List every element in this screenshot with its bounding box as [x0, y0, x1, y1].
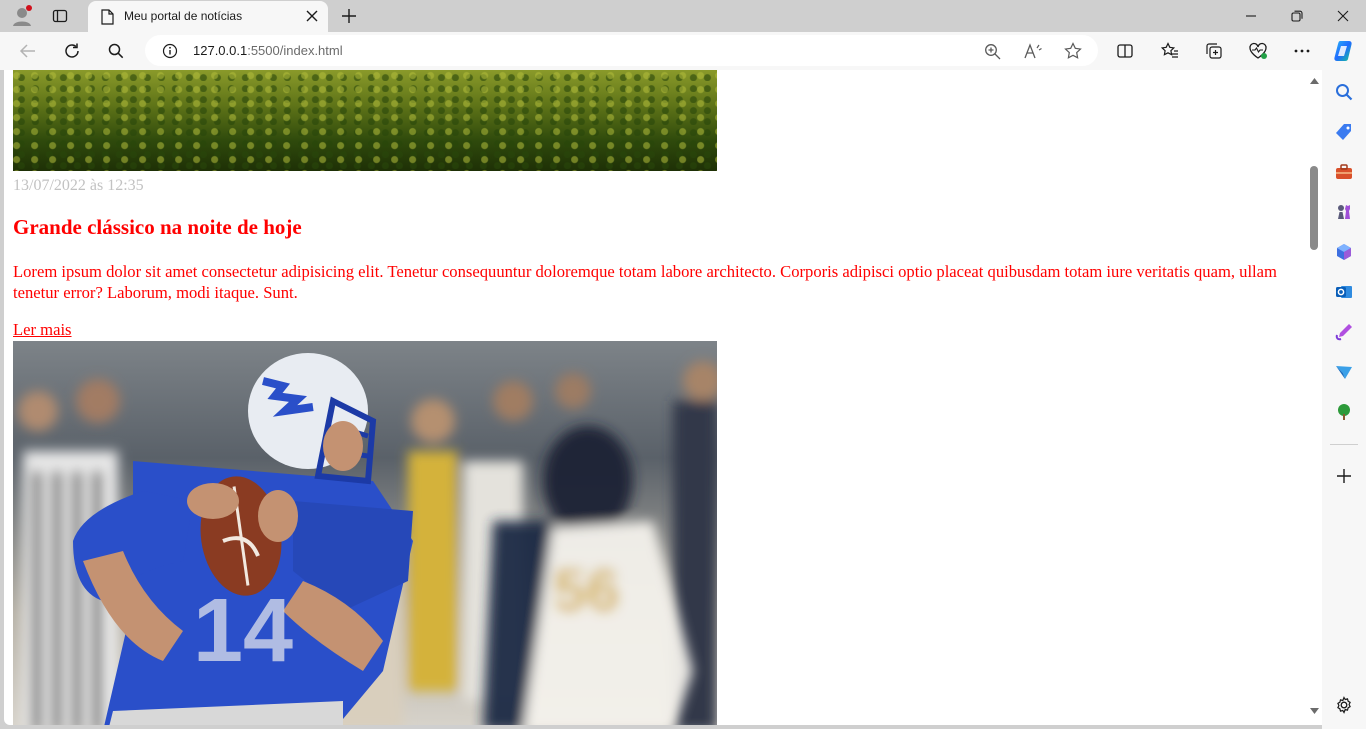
copilot-icon — [1334, 41, 1352, 61]
browser-essentials-icon — [1249, 42, 1267, 59]
sidebar-tree-button[interactable] — [1334, 402, 1354, 422]
new-tab-button[interactable] — [336, 0, 362, 32]
sidebar-search-button[interactable] — [1334, 82, 1354, 102]
sidebar-designer-button[interactable] — [1334, 322, 1354, 342]
sidebar-add-button[interactable] — [1334, 466, 1354, 486]
settings-gear-icon — [1337, 696, 1351, 714]
close-tab-button[interactable] — [304, 8, 320, 24]
article-image-football: 56 14 — [13, 341, 717, 725]
zoom-button[interactable] — [981, 40, 1003, 62]
restore-button[interactable] — [1274, 0, 1320, 32]
sidebar-send-button[interactable] — [1334, 362, 1354, 382]
article-image-grass — [13, 70, 717, 171]
copilot-button[interactable] — [1329, 36, 1359, 66]
read-aloud-icon — [1024, 42, 1042, 58]
refresh-icon — [65, 43, 79, 58]
article-body: Lorem ipsum dolor sit amet consectetur a… — [13, 262, 1277, 302]
sidebar-tools-button[interactable] — [1334, 162, 1354, 182]
sidebar-outlook-button[interactable] — [1334, 282, 1354, 302]
sidebar-games-button[interactable] — [1334, 202, 1354, 222]
tab-strip: Meu portal de notícias — [0, 0, 1366, 32]
tab-actions-button[interactable] — [46, 0, 74, 32]
search-button[interactable] — [101, 36, 131, 66]
back-button[interactable] — [13, 36, 43, 66]
refresh-button[interactable] — [57, 36, 87, 66]
split-screen-icon — [1117, 44, 1133, 58]
collections-icon — [1206, 43, 1222, 59]
close-window-icon — [1337, 10, 1349, 22]
tab-title: Meu portal de notícias — [124, 9, 243, 23]
sidebar-shopping-button[interactable] — [1334, 122, 1354, 142]
read-more-link[interactable]: Ler mais — [13, 320, 72, 340]
player-number: 14 — [193, 581, 293, 681]
microsoft365-icon — [1337, 244, 1351, 260]
add-favorite-button[interactable] — [1062, 40, 1084, 62]
search-icon — [1336, 84, 1353, 101]
browser-toolbar: 127.0.0.1:5500/index.html — [0, 32, 1366, 70]
close-window-button[interactable] — [1320, 0, 1366, 32]
new-tab-icon — [342, 9, 356, 23]
scroll-up-arrow-icon[interactable] — [1310, 78, 1319, 84]
window-bottom-edge — [0, 725, 1322, 729]
minimize-button[interactable] — [1228, 0, 1274, 32]
article-headline: Grande clássico na noite de hoje — [13, 215, 302, 239]
edge-sidebar — [1322, 70, 1366, 729]
url-path: :5500/index.html — [247, 43, 343, 58]
more-icon — [1294, 49, 1310, 53]
scroll-thumb[interactable] — [1310, 166, 1318, 250]
scroll-down-arrow-icon[interactable] — [1310, 708, 1319, 714]
restore-icon — [1291, 10, 1303, 22]
tree-icon — [1338, 404, 1350, 420]
opponent-number: 56 — [553, 557, 620, 624]
active-tab[interactable]: Meu portal de notícias — [88, 1, 328, 32]
tools-briefcase-icon — [1336, 164, 1352, 179]
site-info-button[interactable] — [159, 40, 181, 62]
profile-button[interactable] — [6, 0, 38, 32]
games-chess-icon — [1338, 205, 1350, 219]
address-bar[interactable]: 127.0.0.1:5500/index.html — [145, 35, 1098, 66]
page-viewport: 13/07/2022 às 12:35 Grande clássico na n… — [4, 70, 1322, 725]
favorites-icon — [1161, 42, 1178, 58]
page-icon — [101, 9, 114, 25]
read-aloud-button[interactable] — [1022, 40, 1044, 62]
football-photo: 56 14 — [13, 341, 717, 725]
collections-button[interactable] — [1199, 36, 1229, 66]
search-icon — [108, 43, 124, 59]
split-screen-button[interactable] — [1110, 36, 1140, 66]
sidebar-m365-button[interactable] — [1334, 242, 1354, 262]
minimize-icon — [1246, 15, 1256, 17]
more-button[interactable] — [1287, 36, 1317, 66]
page-scrollbar[interactable] — [1307, 70, 1322, 725]
favorite-star-icon — [1064, 42, 1082, 59]
close-icon — [306, 10, 318, 22]
send-icon — [1336, 366, 1352, 379]
sidebar-settings-button[interactable] — [1334, 695, 1354, 715]
add-icon — [1337, 469, 1351, 483]
favorites-button[interactable] — [1155, 36, 1185, 66]
article-date: 13/07/2022 às 12:35 — [13, 177, 144, 194]
designer-icon — [1335, 324, 1352, 341]
browser-essentials-button[interactable] — [1243, 36, 1273, 66]
profile-icon — [13, 5, 32, 26]
info-icon — [162, 43, 178, 59]
zoom-icon — [984, 43, 1000, 59]
tab-actions-icon — [52, 9, 68, 23]
url-host: 127.0.0.1 — [193, 43, 248, 58]
outlook-icon — [1336, 286, 1352, 298]
shopping-tag-icon — [1336, 124, 1351, 140]
back-icon — [19, 44, 35, 58]
sidebar-separator — [1330, 444, 1358, 445]
url-text[interactable]: 127.0.0.1:5500/index.html — [193, 43, 343, 58]
